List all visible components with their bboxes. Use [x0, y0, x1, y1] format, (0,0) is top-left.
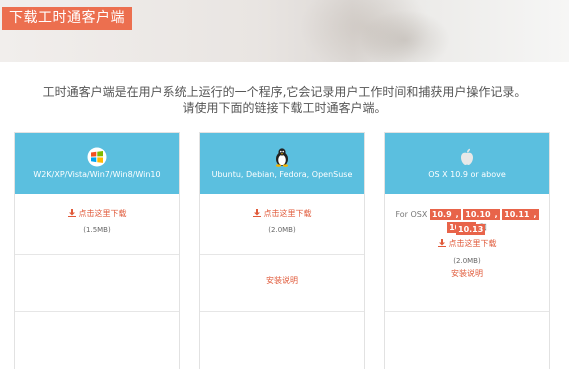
version-tag: 10.10 [463, 209, 493, 220]
card-header: OS X 10.9 or above [385, 133, 549, 194]
os-label: OS X 10.9 or above [428, 170, 506, 179]
divider [200, 254, 364, 255]
install-guide-link-linux[interactable]: 安装说明 [200, 276, 364, 286]
intro-text: 工时通客户端是在用户系统上运行的一个程序,它会记录用户工作时间和捕获用户操作记录… [0, 84, 569, 116]
download-card-linux: Ubuntu, Debian, Fedora, OpenSuse 点击这里下载 … [199, 132, 365, 369]
download-link-linux[interactable]: 点击这里下载 [200, 209, 364, 219]
os-label: W2K/XP/Vista/Win7/Win8/Win10 [33, 170, 161, 179]
divider [15, 311, 179, 312]
file-size: (2.0MB) [453, 257, 481, 265]
install-guide-link-mac[interactable]: 安装说明 [385, 269, 549, 279]
version-tag: 10.11 [502, 209, 532, 220]
for-osx-prefix: For OSX [395, 210, 428, 219]
download-label[interactable]: 点击这里下载 [449, 239, 497, 248]
card-body: 点击这里下载 (1.5MB) [15, 194, 179, 369]
apple-icon [461, 148, 473, 165]
download-link-mac[interactable]: 点击这里下载 [385, 239, 549, 249]
intro-line-2: 请使用下面的链接下载工时通客户端。 [182, 101, 387, 115]
download-label[interactable]: 点击这里下载 [264, 209, 312, 218]
download-icon [437, 239, 446, 247]
card-body: 点击这里下载 (2.0MB) 安装说明 [200, 194, 364, 369]
windows-icon [87, 147, 107, 167]
header-banner: 下载工时通客户端 [0, 0, 569, 62]
divider [385, 311, 549, 312]
page-title: 下载工时通客户端 [2, 7, 132, 30]
os-label: Ubuntu, Debian, Fedora, OpenSuse [211, 170, 353, 179]
download-card-windows: W2K/XP/Vista/Win7/Win8/Win10 点击这里下载 (1.5… [14, 132, 180, 369]
file-size: (1.5MB) [83, 226, 111, 234]
linux-icon [275, 148, 289, 167]
download-icon [252, 209, 261, 217]
file-size: (2.0MB) [268, 226, 296, 234]
intro-line-1: 工时通客户端是在用户系统上运行的一个程序,它会记录用户工作时间和捕获用户操作记录… [42, 85, 527, 99]
card-body: For OSX 10.9, 10.10, 10.11, 10.12 和 10.1… [385, 194, 549, 369]
download-label[interactable]: 点击这里下载 [79, 209, 127, 218]
download-icon [67, 209, 76, 217]
osx-versions-line-2: 10.13 [456, 223, 543, 236]
version-tag: 10.13 [456, 224, 486, 235]
card-header: W2K/XP/Vista/Win7/Win8/Win10 [15, 133, 179, 194]
divider [15, 254, 179, 255]
version-tag: 10.9 [429, 209, 454, 220]
banner-decoration [360, 10, 450, 62]
divider [200, 311, 364, 312]
download-card-mac: OS X 10.9 or above For OSX 10.9, 10.10, … [384, 132, 550, 369]
card-header: Ubuntu, Debian, Fedora, OpenSuse [200, 133, 364, 194]
download-link-windows[interactable]: 点击这里下载 [15, 209, 179, 219]
